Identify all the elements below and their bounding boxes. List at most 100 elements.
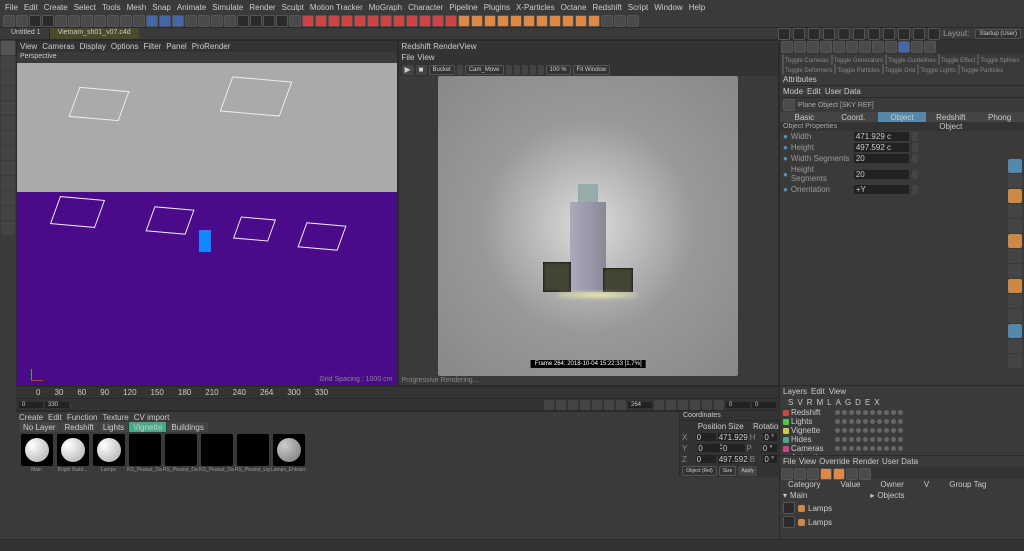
orange-tool-icon[interactable]: [562, 15, 574, 27]
render-mode-select[interactable]: Bucket: [429, 65, 455, 75]
obj-icon[interactable]: [872, 41, 884, 53]
goto-start-icon[interactable]: [544, 400, 554, 410]
takes-menu[interactable]: FileViewOverrideRenderUser Data: [780, 456, 1024, 467]
menu-file[interactable]: File: [5, 3, 18, 12]
material-swatch[interactable]: Lamps_Entrance: [271, 434, 306, 473]
tool-mode-icon[interactable]: [1, 56, 15, 70]
frame-to[interactable]: 330: [45, 402, 69, 408]
obj-icon[interactable]: [898, 41, 910, 53]
menu-motion tracker[interactable]: Motion Tracker: [310, 3, 363, 12]
menu-create[interactable]: Create: [44, 3, 68, 12]
tool-mode-icon[interactable]: [1, 176, 15, 190]
file-tab-active[interactable]: Vietnam_sh01_v07.c4d: [50, 28, 139, 39]
camera-select[interactable]: Cam_Move: [465, 65, 504, 75]
poly-mode-icon[interactable]: [1, 116, 15, 130]
obj-icon[interactable]: [793, 28, 805, 40]
goto-end-icon[interactable]: [616, 400, 626, 410]
render-btn[interactable]: [538, 65, 544, 75]
red-tool-icon[interactable]: [445, 15, 457, 27]
undo-icon[interactable]: [3, 15, 15, 27]
key-icon[interactable]: [690, 400, 700, 410]
obj-icon[interactable]: [820, 41, 832, 53]
side-icon[interactable]: [1008, 204, 1022, 218]
obj-icon[interactable]: [913, 28, 925, 40]
tool-mode-icon[interactable]: [1, 206, 15, 220]
object-manager-icons[interactable]: [780, 40, 1024, 54]
frame-from[interactable]: 0: [19, 402, 43, 408]
render-controls[interactable]: ▶ ■ Bucket Cam_Move 100 % Fit Window: [399, 63, 779, 76]
obj-icon[interactable]: [838, 28, 850, 40]
side-icon[interactable]: [1008, 324, 1022, 338]
orange-tool-icon[interactable]: [458, 15, 470, 27]
obj-icon[interactable]: [885, 41, 897, 53]
side-icon[interactable]: [1008, 159, 1022, 173]
obj-icon[interactable]: [868, 28, 880, 40]
timeline-ruler[interactable]: 0306090120150180210240264300330: [16, 386, 779, 399]
timeline-controls[interactable]: 0 330 264 0 0: [16, 399, 779, 411]
tool-icon[interactable]: [120, 15, 132, 27]
tool-icon[interactable]: [185, 15, 197, 27]
viewport-menu[interactable]: ViewCamerasDisplayOptionsFilterPanelProR…: [17, 41, 397, 52]
toggle-buttons-row2[interactable]: Toggle DeformersToggle ParticlesToggle G…: [780, 64, 1024, 74]
key-icon[interactable]: [714, 400, 724, 410]
layer-item[interactable]: Lights: [780, 417, 1024, 426]
viewport-perspective[interactable]: ViewCamerasDisplayOptionsFilterPanelProR…: [16, 40, 398, 386]
obj-icon[interactable]: [898, 28, 910, 40]
orange-tool-icon[interactable]: [549, 15, 561, 27]
render-btn[interactable]: [522, 65, 528, 75]
layout-select[interactable]: Startup (User): [975, 29, 1021, 39]
key-icon[interactable]: [702, 400, 712, 410]
current-frame[interactable]: 264: [628, 402, 652, 408]
orange-tool-icon[interactable]: [575, 15, 587, 27]
tool-mode-icon[interactable]: [1, 146, 15, 160]
prev-frame-icon[interactable]: [568, 400, 578, 410]
side-icon[interactable]: [1008, 309, 1022, 323]
tool-icon[interactable]: [250, 15, 262, 27]
red-tool-icon[interactable]: [328, 15, 340, 27]
layer-item[interactable]: Vignette: [780, 426, 1024, 435]
red-tool-icon[interactable]: [302, 15, 314, 27]
render-btn[interactable]: [506, 65, 512, 75]
take-main[interactable]: ▾Main ▸Objects: [780, 490, 1024, 501]
red-tool-icon[interactable]: [380, 15, 392, 27]
file-tab[interactable]: Untitled 1: [3, 28, 49, 39]
apply-button[interactable]: Apply: [738, 466, 757, 476]
fit-select[interactable]: Fit Window: [573, 65, 611, 75]
tool-mode-icon[interactable]: [1, 221, 15, 235]
red-tool-icon[interactable]: [341, 15, 353, 27]
menu-window[interactable]: Window: [654, 3, 682, 12]
edge-mode-icon[interactable]: [1, 101, 15, 115]
coord-size-select[interactable]: Size: [719, 466, 737, 476]
layer-item[interactable]: Hides: [780, 435, 1024, 444]
tool-icon[interactable]: [107, 15, 119, 27]
tool-icon[interactable]: [55, 15, 67, 27]
render-play-icon[interactable]: ▶: [402, 65, 414, 75]
menu-octane[interactable]: Octane: [561, 3, 587, 12]
menu-snap[interactable]: Snap: [152, 3, 171, 12]
main-menubar[interactable]: FileEditCreateSelectToolsMeshSnapAnimate…: [0, 0, 1024, 14]
side-icon[interactable]: [1008, 339, 1022, 353]
side-icon[interactable]: [1008, 354, 1022, 368]
take-icon[interactable]: [846, 468, 858, 480]
side-icon[interactable]: [1008, 219, 1022, 233]
obj-icon[interactable]: [781, 41, 793, 53]
layer-item[interactable]: Cameras: [780, 444, 1024, 453]
tool-icon[interactable]: [224, 15, 236, 27]
tool-mode-icon[interactable]: [1, 71, 15, 85]
axis-icon[interactable]: [81, 15, 93, 27]
menu-simulate[interactable]: Simulate: [212, 3, 243, 12]
red-tool-icon[interactable]: [354, 15, 366, 27]
side-icon[interactable]: [1008, 174, 1022, 188]
render-menu[interactable]: FileView: [399, 52, 779, 63]
red-tool-icon[interactable]: [393, 15, 405, 27]
red-tool-icon[interactable]: [406, 15, 418, 27]
red-tool-icon[interactable]: [419, 15, 431, 27]
render-settings-icon[interactable]: [159, 15, 171, 27]
orange-tool-icon[interactable]: [536, 15, 548, 27]
main-toolbar[interactable]: [0, 14, 1024, 28]
take-icon[interactable]: [833, 468, 845, 480]
menu-help[interactable]: Help: [689, 3, 705, 12]
tool-icon[interactable]: [68, 15, 80, 27]
menu-mesh[interactable]: Mesh: [127, 3, 147, 12]
obj-icon[interactable]: [833, 41, 845, 53]
